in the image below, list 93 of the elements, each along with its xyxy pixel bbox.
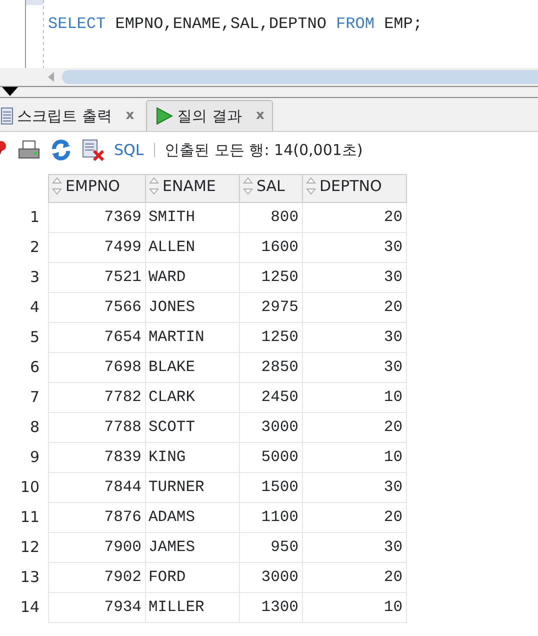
row-number: 11 [0, 502, 48, 532]
table-cell: 10 [302, 592, 406, 622]
row-number: 4 [0, 292, 48, 322]
table-cell: MILLER [145, 592, 239, 622]
table-cell: 1300 [239, 592, 302, 622]
table-cell: 20 [302, 202, 406, 232]
table-cell: 1500 [239, 472, 302, 502]
table-cell: 30 [302, 532, 406, 562]
row-number: 13 [0, 562, 48, 592]
table-cell: MARTIN [145, 322, 239, 352]
table-cell: 950 [239, 532, 302, 562]
table-cell: 20 [302, 562, 406, 592]
table-cell: 10 [302, 442, 406, 472]
print-icon[interactable] [18, 140, 40, 160]
collapse-triangle-icon[interactable] [2, 87, 18, 96]
sort-icon [242, 177, 252, 196]
table-cell: 1600 [239, 232, 302, 262]
sort-icon [148, 177, 158, 196]
table-cell: 1250 [239, 262, 302, 292]
close-icon[interactable]: x [256, 106, 264, 126]
column-header[interactable]: SAL [239, 174, 302, 202]
column-header[interactable]: DEPTNO [302, 174, 406, 202]
table-cell: 2975 [239, 292, 302, 322]
table-cell: 30 [302, 352, 406, 382]
table-cell: 7782 [48, 382, 145, 412]
document-icon [1, 107, 13, 125]
close-icon[interactable]: x [126, 106, 134, 126]
table-cell: 1100 [239, 502, 302, 532]
row-number: 12 [0, 532, 48, 562]
sort-icon [52, 177, 62, 196]
table-cell: JONES [145, 292, 239, 322]
refresh-icon[interactable] [50, 139, 72, 161]
row-number: 1 [0, 202, 48, 232]
table-cell: 3000 [239, 412, 302, 442]
table-cell: 7900 [48, 532, 145, 562]
table-cell: ALLEN [145, 232, 239, 262]
table-cell: 7934 [48, 592, 145, 622]
table-cell: 1250 [239, 322, 302, 352]
table-cell: 7654 [48, 322, 145, 352]
table-cell: FORD [145, 562, 239, 592]
delete-document-icon[interactable] [82, 139, 104, 161]
table-cell: BLAKE [145, 352, 239, 382]
row-number: 14 [0, 592, 48, 622]
table-cell: 800 [239, 202, 302, 232]
table-cell: 5000 [239, 442, 302, 472]
table-cell: 7839 [48, 442, 145, 472]
table-cell: 30 [302, 232, 406, 262]
table-cell: 2850 [239, 352, 302, 382]
table-cell: SMITH [145, 202, 239, 232]
row-number: 10 [0, 472, 48, 502]
row-number: 6 [0, 352, 48, 382]
table-cell: 20 [302, 292, 406, 322]
row-number: 2 [0, 232, 48, 262]
row-number: 7 [0, 382, 48, 412]
table-cell: CLARK [145, 382, 239, 412]
status-text: 인출된 모든 행: 14(0,001초) [164, 140, 363, 161]
table-cell: 2450 [239, 382, 302, 412]
editor-gutter [25, 0, 45, 68]
column-header[interactable]: EMPNO [48, 174, 145, 202]
table-cell: ADAMS [145, 502, 239, 532]
table-cell: 7499 [48, 232, 145, 262]
play-icon [155, 107, 174, 125]
table-cell: 30 [302, 262, 406, 292]
table-cell: 7369 [48, 202, 145, 232]
sql-code: SELECT EMPNO,ENAME,SAL,DEPTNO FROM EMP; [48, 14, 422, 35]
table-cell: WARD [145, 262, 239, 292]
table-cell: 10 [302, 382, 406, 412]
tab[interactable]: 스크립트 출력 x [0, 100, 144, 131]
row-number: 3 [0, 262, 48, 292]
row-number: 9 [0, 442, 48, 472]
sort-icon [306, 177, 316, 196]
table-cell: SCOTT [145, 412, 239, 442]
table-cell: 7788 [48, 412, 145, 442]
table-cell: 7698 [48, 352, 145, 382]
row-number: 5 [0, 322, 48, 352]
table-cell: 7902 [48, 562, 145, 592]
table-cell: 7844 [48, 472, 145, 502]
table-cell: 20 [302, 502, 406, 532]
table-cell: JAMES [145, 532, 239, 562]
table-cell: 30 [302, 322, 406, 352]
row-number: 8 [0, 412, 48, 442]
scrollbar-thumb[interactable] [62, 70, 538, 84]
table-cell: KING [145, 442, 239, 472]
table-cell: 3000 [239, 562, 302, 592]
table-cell: 7566 [48, 292, 145, 322]
table-cell: 7521 [48, 262, 145, 292]
table-cell: 7876 [48, 502, 145, 532]
table-cell: 20 [302, 412, 406, 442]
table-cell: 30 [302, 472, 406, 502]
sql-button[interactable]: SQL [114, 138, 144, 162]
table-cell: TURNER [145, 472, 239, 502]
column-header[interactable]: ENAME [145, 174, 239, 202]
tab[interactable]: 질의 결과 x [146, 100, 274, 131]
